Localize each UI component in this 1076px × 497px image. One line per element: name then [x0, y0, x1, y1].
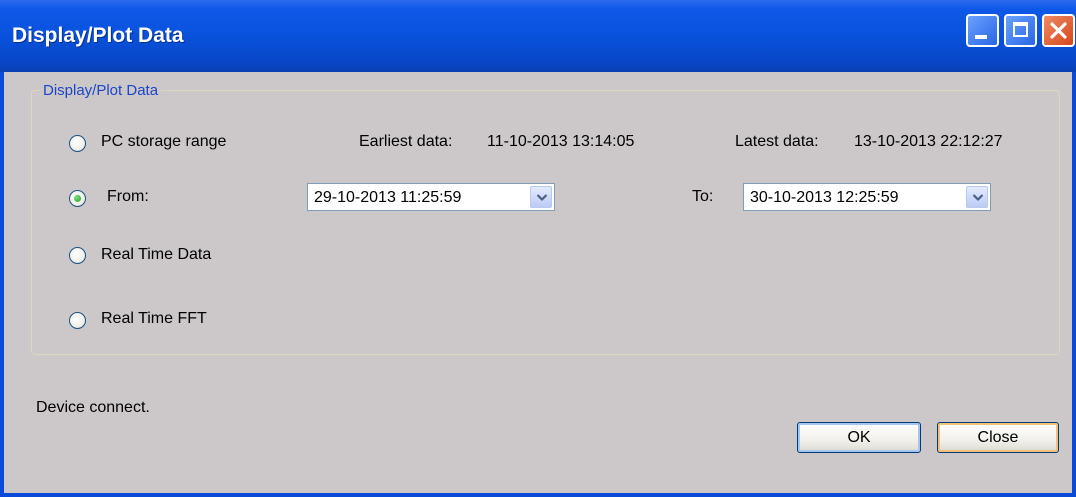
close-button[interactable]: Close: [937, 422, 1059, 453]
from-date-picker[interactable]: 29-10-2013 11:25:59: [307, 183, 555, 211]
from-label: From:: [107, 188, 149, 205]
title-bar[interactable]: Display/Plot Data: [0, 0, 1076, 72]
maximize-button[interactable]: [1004, 14, 1037, 47]
from-dropdown-button[interactable]: [530, 186, 552, 208]
close-icon: [1050, 22, 1067, 39]
window-title: Display/Plot Data: [12, 24, 184, 47]
latest-data-value: 13-10-2013 22:12:27: [854, 133, 1003, 150]
groupbox-legend: Display/Plot Data: [40, 82, 162, 99]
earliest-data-label: Earliest data:: [359, 133, 453, 150]
status-text: Device connect.: [36, 399, 150, 416]
minimize-icon: [975, 35, 987, 39]
to-label: To:: [692, 188, 714, 205]
real-time-fft-label: Real Time FFT: [101, 310, 207, 327]
close-window-button[interactable]: [1042, 14, 1075, 47]
radio-real-time-fft[interactable]: [69, 312, 86, 329]
pc-storage-range-label: PC storage range: [101, 133, 227, 150]
radio-selected-dot: [74, 195, 81, 202]
to-date-picker[interactable]: 30-10-2013 12:25:59: [743, 183, 991, 211]
earliest-data-value: 11-10-2013 13:14:05: [487, 133, 635, 150]
from-date-value: 29-10-2013 11:25:59: [314, 189, 462, 206]
to-date-value: 30-10-2013 12:25:59: [750, 189, 899, 206]
maximize-icon: [1013, 22, 1028, 37]
chevron-down-icon: [972, 194, 984, 202]
latest-data-label: Latest data:: [735, 133, 819, 150]
radio-real-time-data[interactable]: [69, 247, 86, 264]
minimize-button[interactable]: [966, 14, 999, 47]
radio-pc-storage-range[interactable]: [69, 135, 86, 152]
real-time-data-label: Real Time Data: [101, 246, 212, 263]
to-dropdown-button[interactable]: [966, 186, 988, 208]
radio-from[interactable]: [69, 190, 86, 207]
chevron-down-icon: [536, 194, 548, 202]
ok-button[interactable]: OK: [797, 422, 921, 453]
